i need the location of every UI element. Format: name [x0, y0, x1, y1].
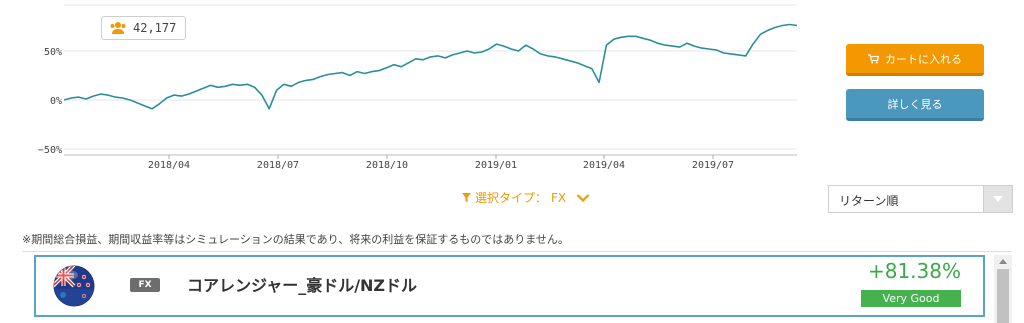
strategy-name[interactable]: コアレンジャー_豪ドル/NZドル — [187, 272, 417, 296]
type-filter-value: FX — [551, 190, 567, 205]
y-tick-label: 50% — [44, 47, 62, 58]
user-count: 42,177 — [133, 21, 177, 35]
caret-up-icon — [999, 258, 1007, 264]
filter-icon — [462, 192, 471, 202]
scrollbar[interactable] — [994, 255, 1012, 323]
x-tick-label: 2019/01 — [475, 160, 517, 171]
chevron-down-icon — [576, 193, 590, 202]
strategy-card[interactable]: FX コアレンジャー_豪ドル/NZドル +81.38% Very Good — [34, 255, 985, 317]
users-icon — [110, 22, 126, 34]
type-filter-label: 選択タイプ： — [475, 191, 548, 205]
sort-select[interactable]: リターン順 — [828, 185, 1013, 213]
view-details-label: 詳しく見る — [887, 97, 943, 111]
x-tick-label: 2018/04 — [148, 160, 190, 171]
add-to-cart-label: カートに入れる — [885, 52, 962, 66]
x-tick-label: 2019/04 — [583, 160, 625, 171]
cart-icon — [868, 53, 879, 63]
nz-flag-icon — [53, 265, 95, 307]
disclaimer-text: ※期間総合損益、期間収益率等はシミュレーションの結果であり、将来の利益を保証する… — [22, 233, 569, 246]
x-tick-label: 2018/10 — [366, 160, 408, 171]
rating-badge: Very Good — [861, 290, 961, 307]
asset-type-badge: FX — [130, 278, 160, 292]
return-percent: +81.38% — [867, 259, 961, 283]
caret-down-icon — [993, 196, 1003, 202]
scroll-thumb[interactable] — [997, 269, 1009, 323]
divider — [22, 251, 1012, 252]
scroll-up-button[interactable] — [994, 255, 1012, 267]
sort-selected-value: リターン順 — [839, 194, 899, 208]
y-tick-label: 0% — [50, 96, 62, 107]
x-tick-label: 2019/07 — [692, 160, 734, 171]
user-count-badge: 42,177 — [101, 16, 187, 40]
x-tick-label: 2018/07 — [257, 160, 299, 171]
type-filter[interactable]: 選択タイプ： FX — [462, 189, 590, 206]
view-details-button[interactable]: 詳しく見る — [846, 89, 984, 121]
y-tick-label: −50% — [38, 145, 62, 156]
add-to-cart-button[interactable]: カートに入れる — [846, 44, 984, 76]
sort-dropdown-toggle[interactable] — [983, 186, 1012, 212]
